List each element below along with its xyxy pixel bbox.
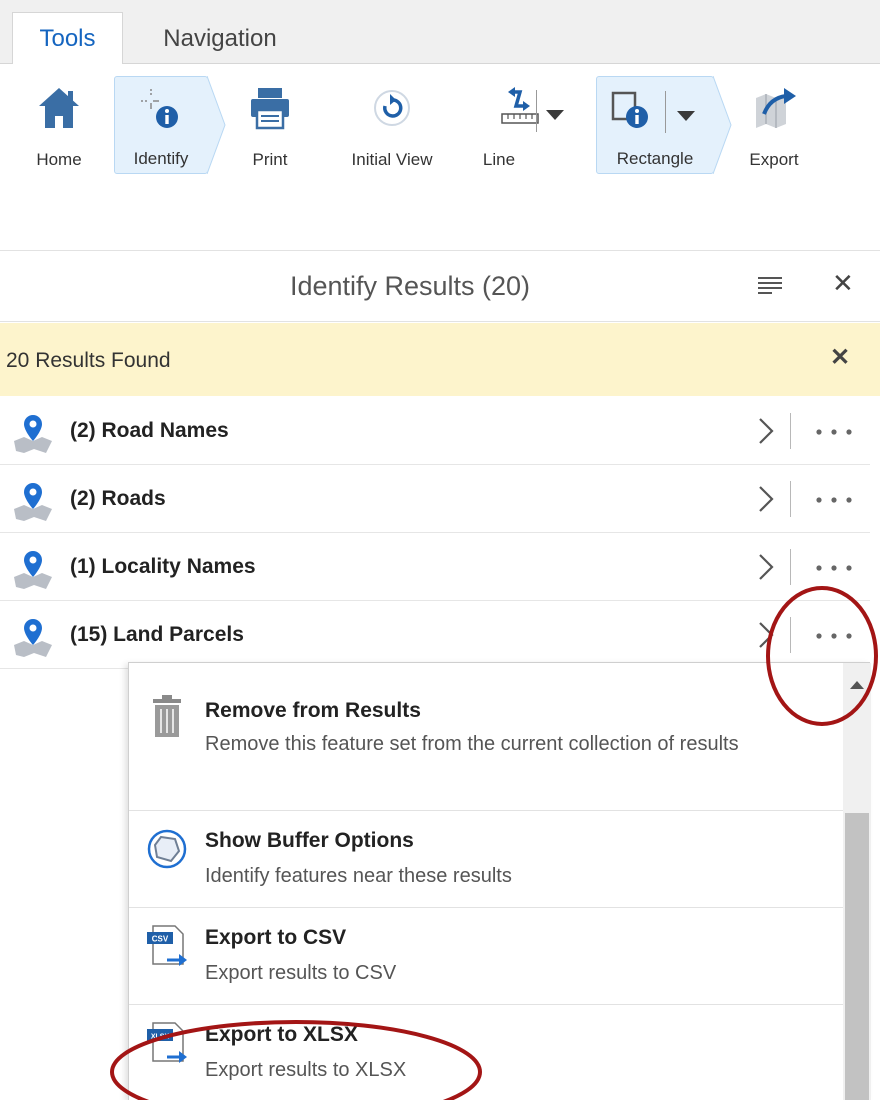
hamburger-menu-icon[interactable] (758, 277, 782, 295)
result-label: (1) Locality Names (70, 555, 256, 578)
line-dropdown-divider (536, 90, 537, 132)
menu-item-description: Remove this feature set from the current… (205, 733, 739, 755)
menu-item-description: Export results to XLSX (205, 1059, 407, 1081)
menu-scrollbar-thumb[interactable] (845, 813, 869, 1100)
measure-line-button[interactable]: Line (470, 76, 572, 174)
result-label: (15) Land Parcels (70, 623, 244, 646)
identify-results-header: Identify Results (20) (0, 250, 880, 322)
export-button[interactable]: Export (736, 76, 812, 174)
chevron-right-icon[interactable] (756, 621, 776, 649)
tab-tools[interactable]: Tools (12, 12, 123, 65)
export-label: Export (749, 150, 799, 169)
export-to-xlsx-item[interactable]: XLSX Export to XLSX Export results to XL… (129, 1005, 843, 1100)
row-divider (790, 549, 791, 585)
ribbon-toolbar: Home Identify Print Initial View Line Re… (0, 64, 880, 184)
menu-item-title: Remove from Results (205, 699, 421, 722)
export-to-csv-item[interactable]: CSV Export to CSV Export results to CSV (129, 908, 843, 1005)
scroll-up-arrow-icon[interactable] (850, 681, 864, 689)
printer-icon (251, 88, 289, 130)
ribbon-tabbar: Tools Navigation (0, 0, 880, 65)
result-row-roads[interactable]: (2) Roads (0, 465, 870, 533)
result-label: (2) Road Names (70, 419, 229, 442)
feature-set-context-menu: Remove from Results Remove this feature … (128, 662, 871, 1100)
remove-from-results-item[interactable]: Remove from Results Remove this feature … (129, 679, 843, 811)
print-button[interactable]: Print (232, 76, 308, 174)
home-button[interactable]: Home (20, 76, 98, 174)
rectangle-chevron (713, 76, 732, 174)
rectangle-dropdown-arrow-icon[interactable] (677, 111, 695, 121)
banner-text: 20 Results Found (6, 349, 171, 372)
panel-title: Identify Results (20) (289, 271, 531, 301)
home-icon (39, 88, 79, 128)
line-dropdown-arrow-icon[interactable] (546, 110, 564, 120)
initial-view-label: Initial View (351, 150, 433, 169)
more-options-icon[interactable] (814, 428, 854, 436)
results-found-banner: 20 Results Found ✕ (0, 323, 880, 396)
layer-pin-icon (14, 551, 52, 589)
menu-item-description: Export results to CSV (205, 962, 397, 984)
identify-icon (141, 89, 178, 128)
trash-icon (153, 695, 181, 737)
xlsx-export-icon: XLSX (147, 1022, 187, 1063)
chevron-right-icon[interactable] (756, 485, 776, 513)
row-divider (790, 617, 791, 653)
layer-pin-icon (14, 619, 52, 657)
identify-label: Identify (133, 149, 189, 168)
measure-line-icon (501, 87, 539, 124)
menu-item-title: Show Buffer Options (205, 829, 414, 852)
result-row-locality-names[interactable]: (1) Locality Names (0, 533, 870, 601)
more-options-icon[interactable] (814, 632, 854, 640)
print-label: Print (252, 150, 288, 169)
csv-export-icon: CSV (147, 925, 187, 966)
result-label: (2) Roads (70, 487, 166, 510)
initial-view-button[interactable]: Initial View (330, 76, 454, 174)
more-options-icon[interactable] (814, 564, 854, 572)
menu-item-description: Identify features near these results (205, 865, 512, 887)
xlsx-badge-text: XLSX (151, 1034, 170, 1041)
identify-button[interactable]: Identify (114, 76, 208, 174)
line-label: Line (482, 150, 516, 169)
buffer-icon (147, 829, 187, 869)
rectangle-label: Rectangle (616, 149, 694, 168)
rectangle-dropdown-divider (665, 91, 666, 133)
home-label: Home (36, 150, 82, 169)
identify-chevron (207, 76, 226, 174)
rectangle-button[interactable]: Rectangle (596, 76, 714, 174)
menu-item-title: Export to CSV (205, 926, 347, 949)
banner-close-icon[interactable]: ✕ (830, 343, 850, 372)
chevron-right-icon[interactable] (756, 417, 776, 445)
more-options-icon[interactable] (814, 496, 854, 504)
show-buffer-options-item[interactable]: Show Buffer Options Identify features ne… (129, 811, 843, 908)
refresh-icon (374, 90, 410, 126)
result-row-land-parcels[interactable]: (15) Land Parcels (0, 601, 870, 669)
csv-badge-text: CSV (152, 935, 169, 944)
chevron-right-icon[interactable] (756, 553, 776, 581)
export-map-icon (756, 88, 796, 128)
row-divider (790, 413, 791, 449)
menu-item-title: Export to XLSX (205, 1023, 358, 1046)
result-row-road-names[interactable]: (2) Road Names (0, 397, 870, 465)
row-divider (790, 481, 791, 517)
layer-pin-icon (14, 415, 52, 453)
layer-pin-icon (14, 483, 52, 521)
tab-navigation[interactable]: Navigation (130, 12, 310, 65)
panel-close-icon[interactable]: ✕ (832, 268, 854, 299)
rectangle-identify-icon (611, 91, 648, 128)
